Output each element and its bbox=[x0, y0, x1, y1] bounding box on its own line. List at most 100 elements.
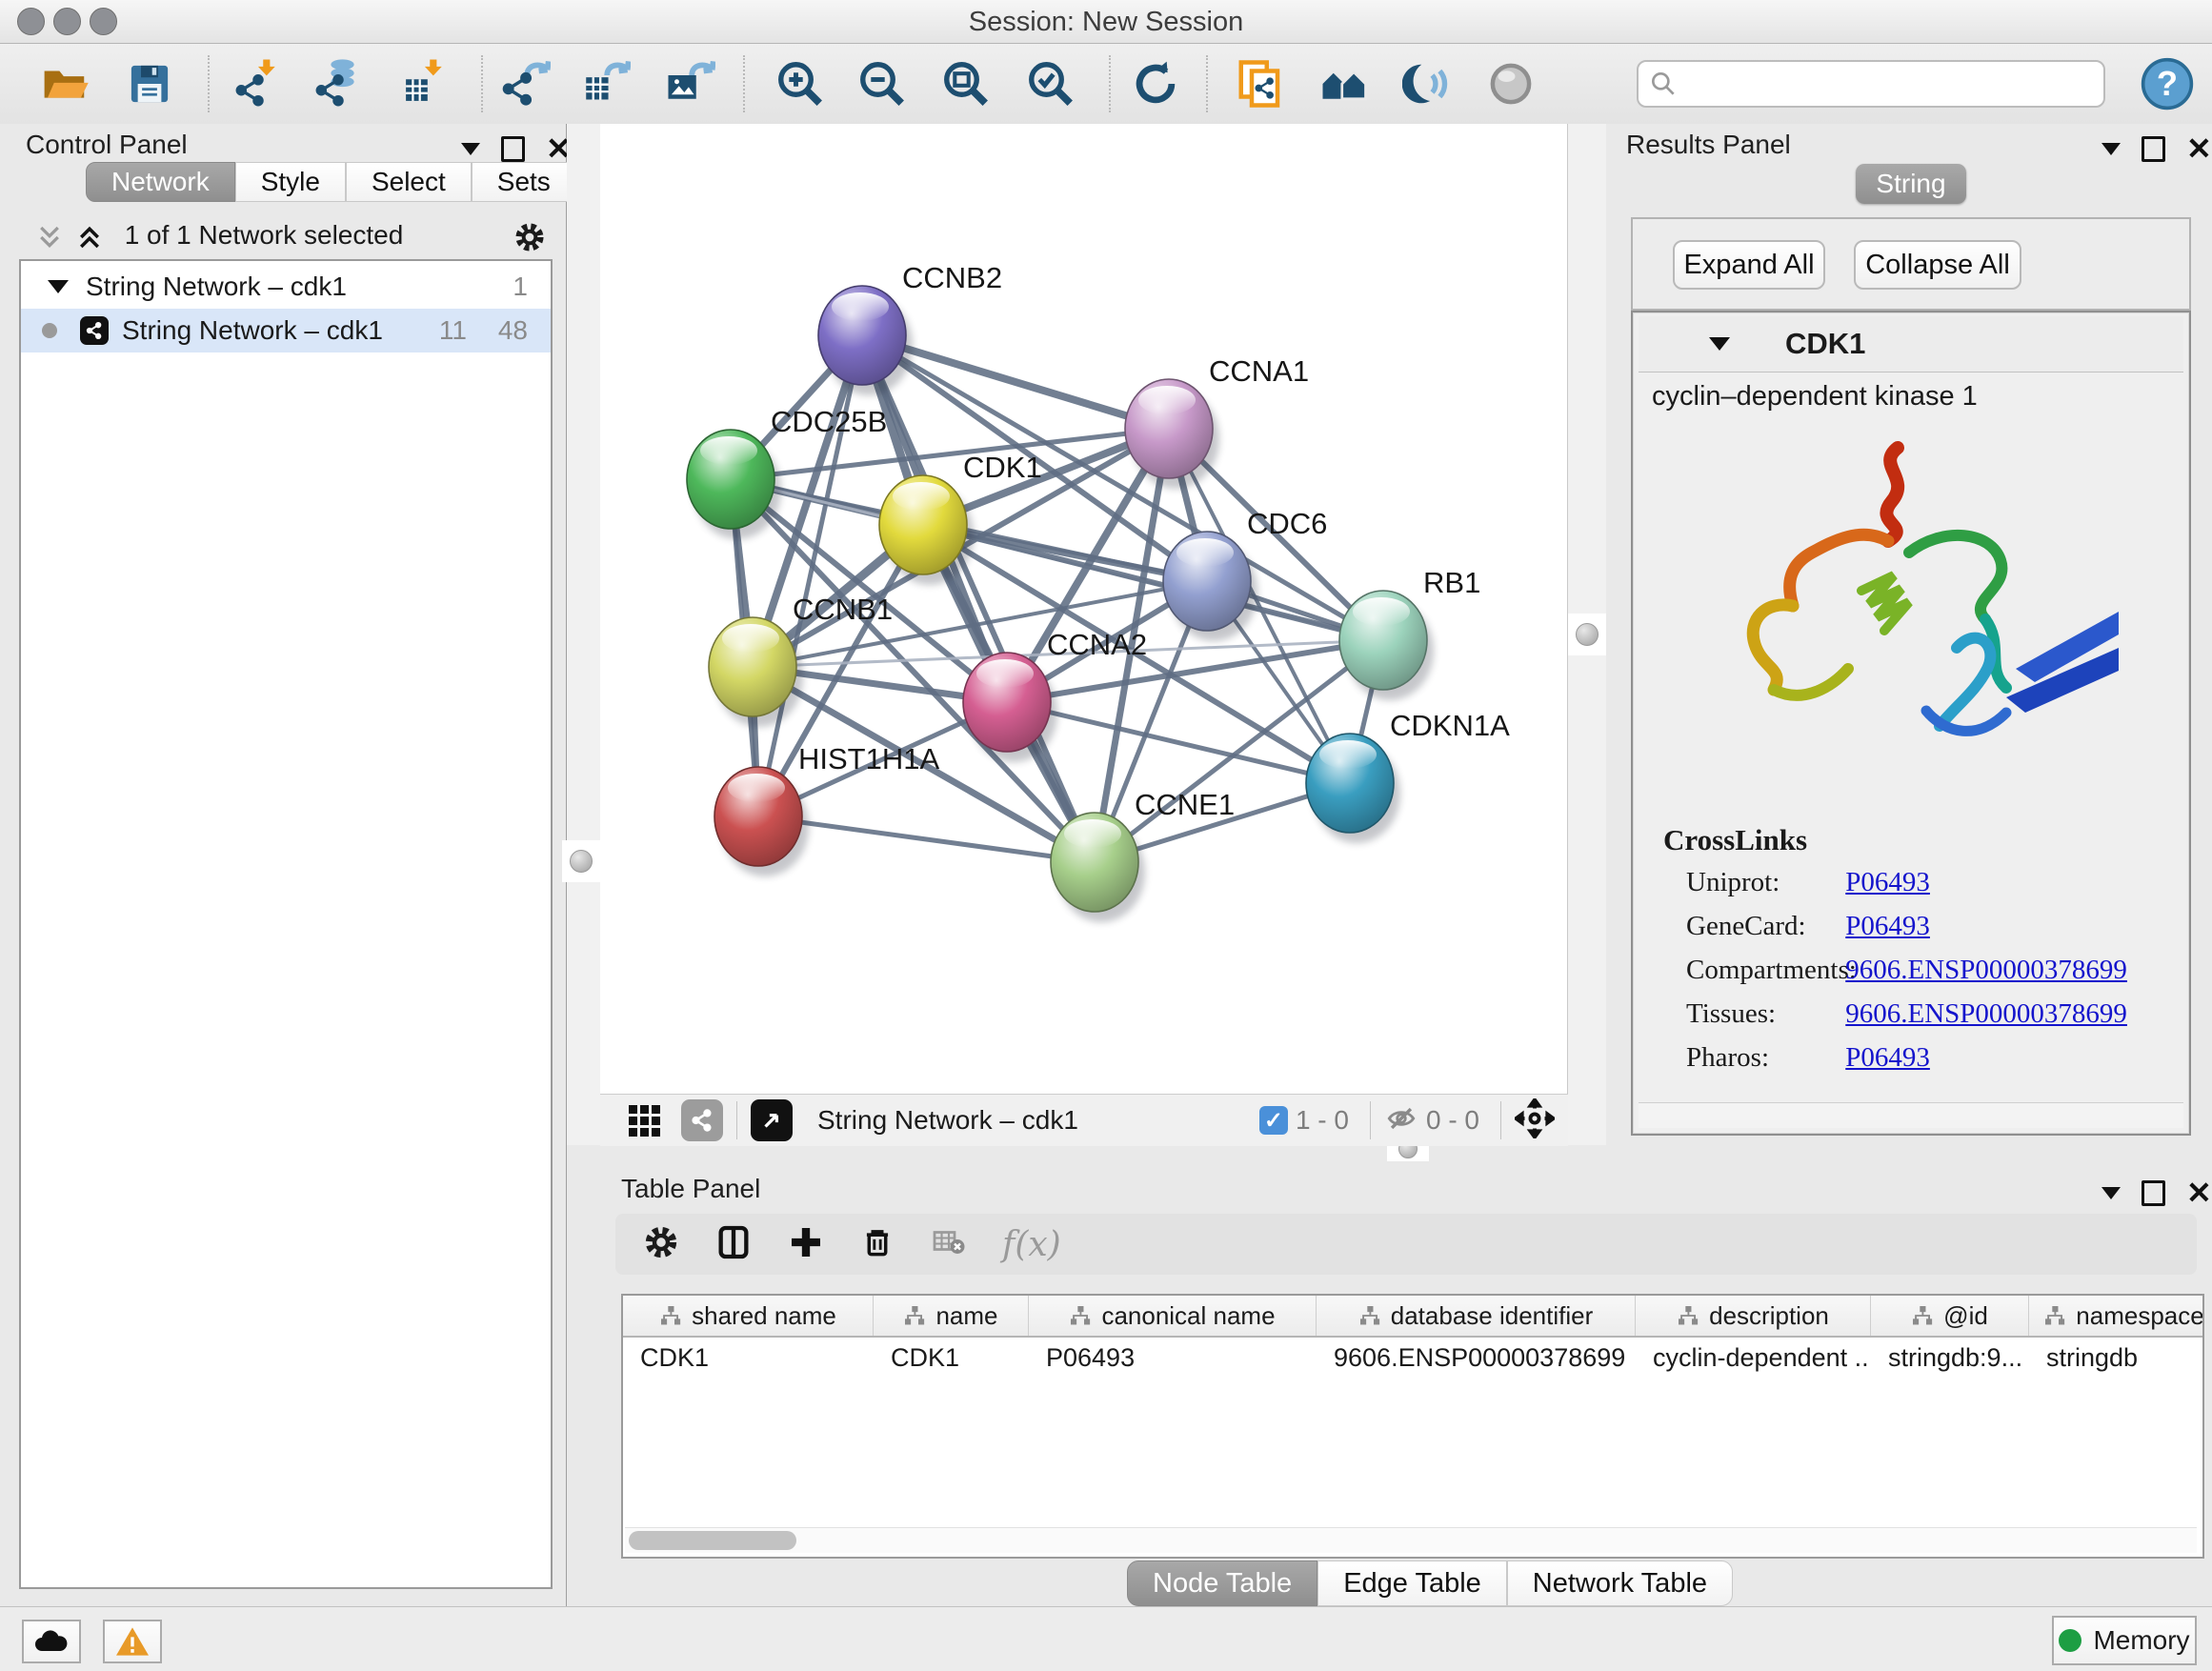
crosslink-value-link[interactable]: P06493 bbox=[1845, 911, 1930, 941]
results-scrollbar[interactable] bbox=[1639, 1102, 2183, 1128]
network-edge[interactable] bbox=[758, 816, 1095, 862]
memory-label: Memory bbox=[2093, 1625, 2189, 1656]
network-graph[interactable]: CCNB2 CCNA1 CDC25B CDK1 CDC6 RB1 CCNB1 C… bbox=[600, 124, 1567, 1094]
tab-edge-table[interactable]: Edge Table bbox=[1317, 1560, 1507, 1606]
column-header-database-identifier[interactable]: database identifier bbox=[1317, 1296, 1636, 1336]
expand-all-button[interactable]: Expand All bbox=[1673, 240, 1825, 290]
panel-menu-icon[interactable] bbox=[461, 143, 480, 155]
tab-string[interactable]: String bbox=[1856, 164, 1966, 204]
fit-content-icon[interactable] bbox=[1515, 1098, 1555, 1143]
tab-style[interactable]: Style bbox=[235, 162, 346, 202]
tab-network-table[interactable]: Network Table bbox=[1507, 1560, 1733, 1606]
cloud-icon[interactable] bbox=[22, 1620, 81, 1663]
birdseye-view-icon[interactable] bbox=[751, 1099, 793, 1141]
share-network-icon[interactable] bbox=[681, 1099, 723, 1141]
export-image-icon[interactable] bbox=[659, 56, 720, 111]
node-label: HIST1H1A bbox=[798, 742, 939, 775]
crosslink-value-link[interactable]: P06493 bbox=[1845, 867, 1930, 897]
add-row-icon[interactable] bbox=[787, 1223, 825, 1266]
column-header-description[interactable]: description bbox=[1636, 1296, 1871, 1336]
column-label: shared name bbox=[692, 1301, 836, 1331]
panel-menu-icon[interactable] bbox=[2101, 143, 2121, 155]
warning-icon[interactable] bbox=[103, 1620, 162, 1663]
crosslink-value-link[interactable]: 9606.ENSP00000378699 bbox=[1845, 998, 2127, 1029]
function-builder-icon: f(x) bbox=[1002, 1225, 1061, 1264]
network-row[interactable]: String Network – cdk1 11 48 bbox=[21, 309, 551, 352]
network-node-hist1h1a[interactable]: HIST1H1A bbox=[714, 742, 939, 876]
crosslink-value-link[interactable]: 9606.ENSP00000378699 bbox=[1845, 955, 2127, 985]
tab-sets[interactable]: Sets bbox=[472, 162, 576, 202]
grey-ball-icon[interactable] bbox=[1480, 56, 1541, 111]
string-home-icon[interactable] bbox=[1314, 56, 1375, 111]
gene-expand-caret[interactable] bbox=[1709, 337, 1730, 351]
gear-icon[interactable] bbox=[642, 1223, 680, 1266]
column-header-canonical-name[interactable]: canonical name bbox=[1029, 1296, 1317, 1336]
network-canvas[interactable]: CCNB2 CCNA1 CDC25B CDK1 CDC6 RB1 CCNB1 C… bbox=[600, 124, 1568, 1094]
save-session-icon[interactable] bbox=[119, 56, 180, 111]
network-node-cdkn1a[interactable]: CDKN1A bbox=[1306, 709, 1510, 843]
zoom-in-icon[interactable] bbox=[770, 56, 831, 111]
add-column-icon[interactable] bbox=[714, 1223, 753, 1266]
zoom-fit-icon[interactable] bbox=[935, 56, 996, 111]
collection-expand-caret[interactable] bbox=[48, 280, 69, 293]
cytoscape-window: Session: New Session ? Control Panel ✕ N… bbox=[0, 0, 2212, 1671]
export-network-icon[interactable] bbox=[494, 56, 555, 111]
open-session-icon[interactable] bbox=[34, 56, 95, 111]
zoom-selected-icon[interactable] bbox=[1020, 56, 1081, 111]
column-header-name[interactable]: name bbox=[874, 1296, 1029, 1336]
selected-checkbox-icon[interactable]: ✓ bbox=[1259, 1106, 1288, 1135]
collapse-all-button[interactable]: Collapse All bbox=[1854, 240, 2021, 290]
column-header-shared-name[interactable]: shared name bbox=[623, 1296, 874, 1336]
network-node-ccnb1[interactable]: CCNB1 bbox=[709, 593, 893, 727]
column-header-id[interactable]: @id bbox=[1871, 1296, 2029, 1336]
network-node-ccne1[interactable]: CCNE1 bbox=[1051, 788, 1235, 922]
crosslinks-title: CrossLinks bbox=[1663, 823, 1807, 857]
right-panel-splitter[interactable] bbox=[1568, 124, 1606, 1145]
table-cell: CDK1 bbox=[874, 1343, 1029, 1373]
table-row[interactable]: CDK1CDK1P064939606.ENSP00000378699cyclin… bbox=[623, 1338, 2202, 1378]
delete-icon[interactable] bbox=[859, 1223, 895, 1266]
left-panel-splitter[interactable] bbox=[567, 124, 600, 1145]
network-node-rb1[interactable]: RB1 bbox=[1339, 566, 1480, 700]
network-node-ccnb2[interactable]: CCNB2 bbox=[818, 261, 1002, 395]
tab-network[interactable]: Network bbox=[86, 162, 235, 202]
memory-button[interactable]: Memory bbox=[2052, 1616, 2197, 1665]
gear-icon[interactable] bbox=[513, 220, 547, 259]
network-from-clipboard-icon[interactable] bbox=[1230, 56, 1291, 111]
help-icon[interactable]: ? bbox=[2140, 56, 2195, 111]
table-horizontal-scrollbar[interactable] bbox=[625, 1527, 2197, 1553]
hide-graphics-icon[interactable] bbox=[1398, 56, 1458, 111]
scrollbar-thumb[interactable] bbox=[629, 1531, 796, 1550]
column-header-namespace[interactable]: namespace bbox=[2029, 1296, 2204, 1336]
table-cell: CDK1 bbox=[623, 1343, 874, 1373]
splitter-handle[interactable] bbox=[1568, 614, 1606, 655]
refresh-icon[interactable] bbox=[1125, 56, 1186, 111]
toolbar-separator bbox=[1109, 55, 1111, 112]
panel-float-icon[interactable] bbox=[2142, 136, 2165, 162]
panel-float-icon[interactable] bbox=[501, 136, 525, 162]
splitter-handle[interactable] bbox=[562, 840, 600, 882]
node-label: CCNB1 bbox=[793, 593, 893, 626]
panel-float-icon[interactable] bbox=[2142, 1180, 2165, 1206]
network-edge[interactable] bbox=[862, 335, 1095, 862]
network-tree: String Network – cdk1 1 String Network –… bbox=[19, 259, 553, 1589]
import-table-file-icon[interactable] bbox=[394, 56, 455, 111]
tab-select[interactable]: Select bbox=[346, 162, 472, 202]
panel-close-icon[interactable]: ✕ bbox=[2186, 133, 2212, 164]
tab-node-table[interactable]: Node Table bbox=[1127, 1560, 1317, 1606]
crosslink-value-link[interactable]: P06493 bbox=[1845, 1042, 1930, 1073]
panel-menu-icon[interactable] bbox=[2101, 1187, 2121, 1199]
search-input[interactable] bbox=[1684, 64, 2088, 100]
import-network-database-icon[interactable] bbox=[308, 56, 369, 111]
gene-header[interactable]: CDK1 bbox=[1639, 316, 2183, 372]
import-network-file-icon[interactable] bbox=[228, 56, 289, 111]
panel-close-icon[interactable]: ✕ bbox=[2186, 1178, 2212, 1208]
zoom-out-icon[interactable] bbox=[852, 56, 913, 111]
network-collection-row[interactable]: String Network – cdk1 1 bbox=[21, 265, 551, 309]
network-node-ccna1[interactable]: CCNA1 bbox=[1125, 354, 1309, 489]
export-table-icon[interactable] bbox=[574, 56, 635, 111]
node-count: 11 bbox=[439, 315, 467, 346]
grid-view-icon[interactable] bbox=[629, 1105, 660, 1137]
hidden-eye-icon[interactable] bbox=[1384, 1102, 1418, 1139]
network-edge[interactable] bbox=[1007, 702, 1350, 783]
